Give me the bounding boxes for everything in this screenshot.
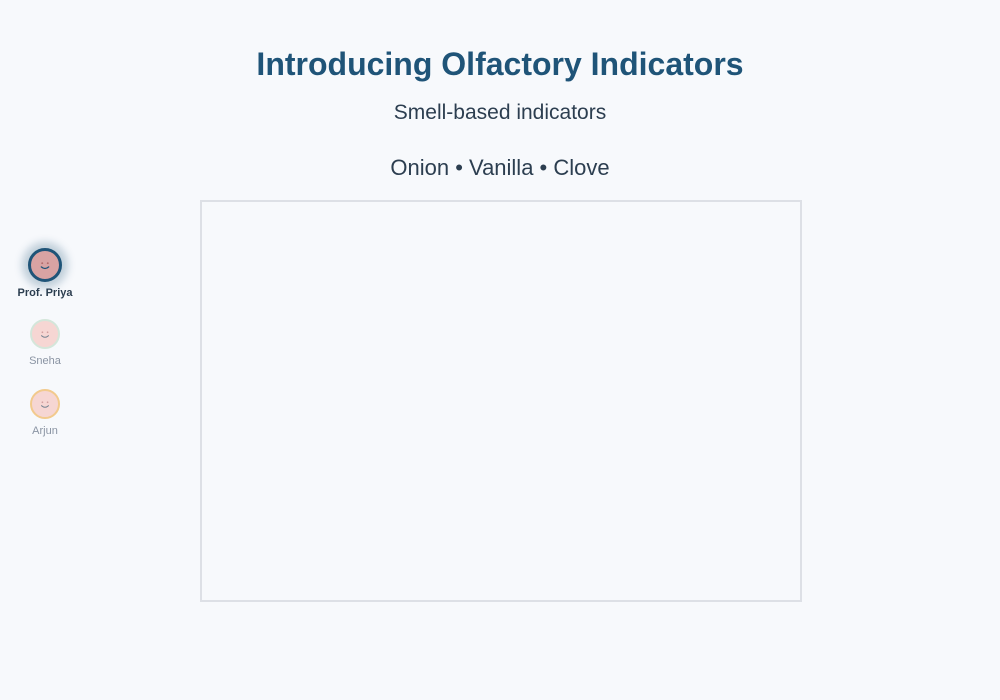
smiley-face-icon bbox=[41, 401, 49, 408]
stage-area bbox=[200, 200, 802, 602]
avatar bbox=[30, 389, 60, 419]
participant-name: Sneha bbox=[29, 355, 61, 367]
slide-subtitle: Smell-based indicators bbox=[393, 101, 607, 124]
avatar bbox=[30, 319, 60, 349]
smiley-face-icon bbox=[41, 331, 49, 338]
participant-sneha[interactable]: Sneha bbox=[0, 319, 90, 368]
participant-prof-priya[interactable]: Prof. Priya bbox=[0, 248, 90, 300]
participant-arjun[interactable]: Arjun bbox=[0, 389, 90, 438]
participant-name: Arjun bbox=[32, 425, 58, 437]
indicator-items-line: Onion • Vanilla • Clove bbox=[390, 155, 610, 180]
avatar bbox=[28, 248, 62, 282]
smiley-face-icon bbox=[40, 262, 50, 270]
slide-title: Introducing Olfactory Indicators bbox=[256, 46, 744, 82]
participant-name: Prof. Priya bbox=[17, 287, 73, 299]
